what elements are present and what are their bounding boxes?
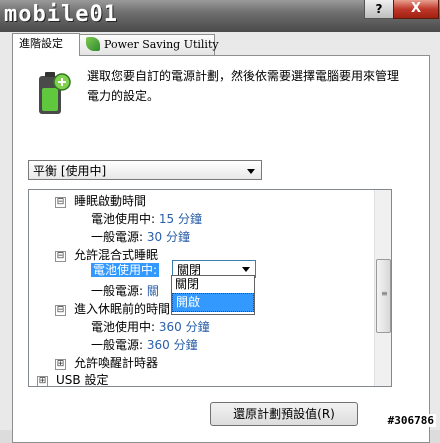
tree-item-hybrid-plugged[interactable]: 一般電源: 關 [91, 282, 159, 300]
setting-label: 電池使用中: [91, 320, 156, 334]
setting-label: 一般電源: [91, 284, 144, 298]
tree-item-hibernate-after[interactable]: ⊟ 進入休眠前的時間 [55, 300, 170, 318]
watermark-logo: mobile01 [4, 2, 118, 27]
dropdown-option-off[interactable]: 關閉 [172, 276, 254, 293]
setting-label: 一般電源: [91, 230, 144, 244]
close-button[interactable]: X [393, 0, 439, 19]
tree-item-sleep-after[interactable]: ⊟ 睡眠啟動時間 [55, 192, 146, 210]
plan-select-value: 平衡 [使用中] [33, 164, 107, 178]
settings-panel: 選取您要自訂的電源計劃，然後依需要選擇電腦要用來管理電力的設定。 平衡 [使用中… [12, 55, 430, 443]
setting-value[interactable]: 360 分鐘 [159, 320, 210, 334]
setting-label: 一般電源: [91, 338, 144, 352]
scrollbar-thumb[interactable]: ≡ [376, 259, 391, 333]
tab-advanced-settings[interactable]: 進階設定 [12, 33, 80, 56]
setting-value[interactable]: 關 [147, 284, 159, 298]
intro-text: 選取您要自訂的電源計劃，然後依需要選擇電腦要用來管理電力的設定。 [87, 69, 400, 103]
tab-label: 進階設定 [19, 37, 63, 50]
battery-icon [39, 72, 71, 114]
setting-value[interactable]: 30 分鐘 [147, 230, 190, 244]
grip-icon: ≡ [381, 289, 388, 298]
expand-icon[interactable]: ⊞ [37, 376, 48, 386]
title-bar: mobile01 ? X [0, 0, 440, 32]
help-button[interactable]: ? [364, 0, 394, 19]
setting-label-selected: 電池使用中: [91, 263, 160, 277]
setting-value[interactable]: 15 分鐘 [159, 212, 202, 226]
tree-item-label: 允許混合式睡眠 [74, 248, 159, 262]
dropdown-option-on[interactable]: 開啟 [172, 293, 254, 312]
tree-item-wake-timers[interactable]: ⊞ 允許喚醒計時器 [55, 354, 158, 372]
power-plan-select[interactable]: 平衡 [使用中] [28, 160, 262, 180]
tree-item-hibernate-plugged[interactable]: 一般電源: 360 分鐘 [91, 336, 198, 354]
dialog-frame: 進階設定 Power Saving Utility 選取您要自訂的電源計劃，然後… [0, 32, 440, 443]
collapse-icon[interactable]: ⊟ [55, 197, 66, 208]
tree-item-label: 允許喚醒計時器 [74, 356, 159, 370]
chevron-down-icon [242, 267, 250, 272]
tree-item-sleep-plugged[interactable]: 一般電源: 30 分鐘 [91, 228, 190, 246]
restore-defaults-button[interactable]: 還原計劃預設值(R) [210, 402, 358, 426]
setting-label: 電池使用中: [91, 212, 156, 226]
hybrid-sleep-dropdown-list[interactable]: 關閉 開啟 [171, 275, 255, 315]
tree-item-sleep-battery[interactable]: 電池使用中: 15 分鐘 [91, 210, 202, 228]
tree-item-hybrid-battery[interactable]: 電池使用中: [91, 261, 160, 279]
tree-item-label: 睡眠啟動時間 [74, 194, 147, 208]
setting-value[interactable]: 360 分鐘 [147, 338, 198, 352]
tree-item-label: 進入休眠前的時間 [74, 302, 171, 316]
tab-label: Power Saving Utility [104, 38, 219, 51]
chevron-down-icon [247, 169, 255, 174]
tree-item-hibernate-battery[interactable]: 電池使用中: 360 分鐘 [91, 318, 210, 336]
expand-icon[interactable]: ⊞ [55, 359, 66, 370]
tab-power-saving-utility[interactable]: Power Saving Utility [79, 34, 219, 55]
tree-item-usb-settings[interactable]: ⊞ USB 設定 [37, 371, 109, 387]
tree-item-label: USB 設定 [56, 373, 109, 387]
watermark-id: #306786 [385, 414, 436, 427]
leaf-icon [86, 37, 100, 51]
vertical-scrollbar[interactable]: ≡ [374, 190, 391, 386]
collapse-icon[interactable]: ⊟ [55, 305, 66, 316]
collapse-icon[interactable]: ⊟ [55, 251, 66, 262]
